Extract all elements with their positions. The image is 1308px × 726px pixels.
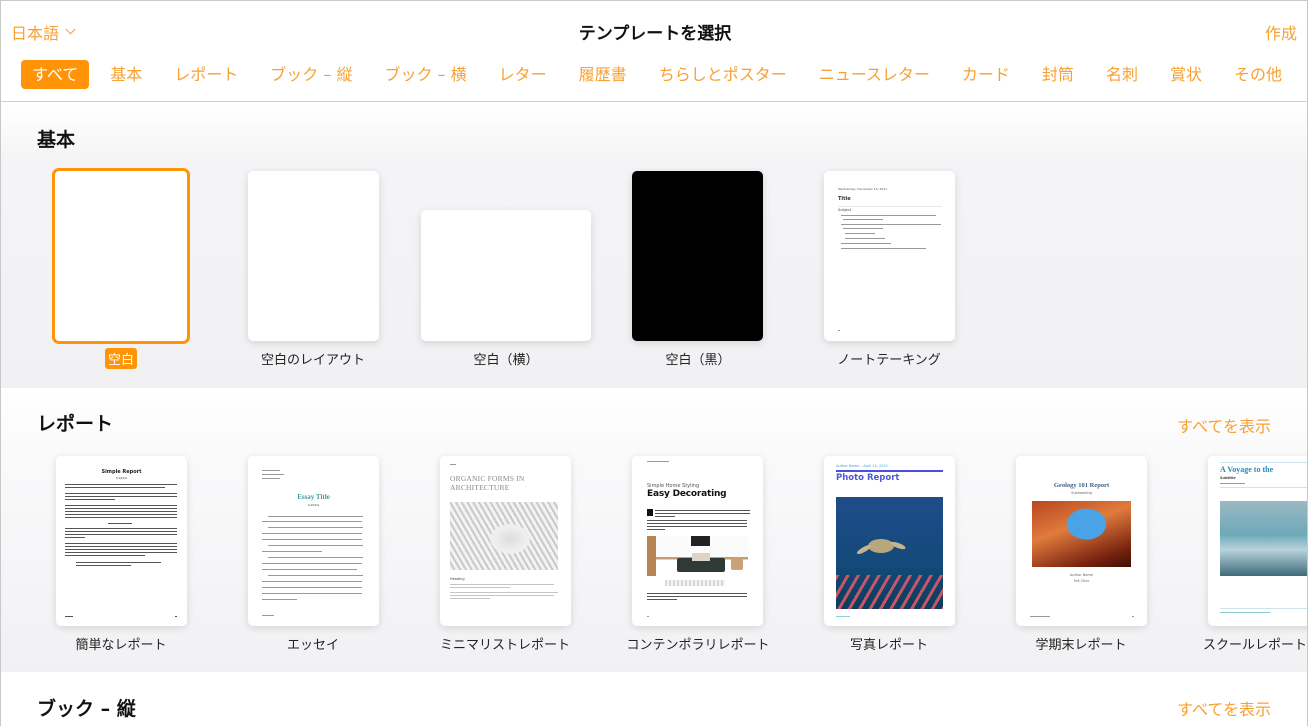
template-label: 空白（横）	[473, 349, 538, 368]
preview-subtitle: Subheading	[1016, 491, 1147, 495]
section-basic: 基本 空白 空白のレイアウト 空白（横） 空白（黒） Wednesday, De…	[1, 103, 1308, 388]
architecture-image	[450, 502, 558, 570]
tab-cards[interactable]: カード	[951, 60, 1021, 89]
preview-title: Photo Report	[836, 473, 899, 483]
preview-subtitle: Subtitle	[1220, 476, 1236, 480]
tab-books-portrait[interactable]: ブック – 縦	[259, 60, 363, 89]
preview-title: Geology 101 Report	[1016, 482, 1147, 489]
template-label: 写真レポート	[850, 634, 928, 653]
tab-resumes[interactable]: 履歴書	[568, 60, 638, 89]
show-all-books-button[interactable]: すべてを表示	[1177, 696, 1271, 720]
tab-books-landscape[interactable]: ブック – 横	[373, 60, 477, 89]
note-preview: Wednesday, December 15, 2021 Title Subje…	[824, 171, 955, 341]
section-books-portrait: ブック – 縦 すべてを表示	[1, 672, 1308, 726]
preview-title: Essay Title	[248, 493, 379, 501]
tab-all[interactable]: すべて	[21, 60, 89, 89]
template-blank-black[interactable]	[632, 171, 763, 341]
canyon-image	[1032, 501, 1131, 567]
tab-envelopes[interactable]: 封筒	[1031, 60, 1085, 89]
preview-term: Fall 20xx	[1016, 579, 1147, 583]
page-title: テンプレートを選択	[1, 19, 1308, 44]
preview-heading: Heading	[450, 577, 465, 581]
tab-business-cards[interactable]: 名刺	[1095, 60, 1149, 89]
template-label: 空白（黒）	[665, 349, 730, 368]
tab-other[interactable]: その他	[1223, 60, 1293, 89]
header: 日本語 テンプレートを選択 作成 すべて 基本 レポート ブック – 縦 ブック…	[1, 1, 1308, 102]
template-blank[interactable]	[52, 168, 190, 344]
tab-basic[interactable]: 基本	[99, 60, 153, 89]
preview-title: Easy Decorating	[647, 489, 726, 499]
tab-certificates[interactable]: 賞状	[1159, 60, 1213, 89]
template-blank-landscape[interactable]	[421, 210, 591, 341]
preview-subject: Subject	[838, 208, 851, 212]
section-title: レポート	[37, 409, 113, 436]
section-title: 基本	[37, 125, 75, 152]
tab-flyers-posters[interactable]: ちらしとポスター	[648, 60, 798, 89]
template-label: エッセイ	[287, 634, 339, 653]
template-blank-layout[interactable]	[248, 171, 379, 341]
preview-subtitle: Subtitle	[248, 503, 379, 507]
preview-author: Author Name	[1016, 573, 1147, 577]
template-label: ミニマリストレポート	[440, 634, 570, 653]
section-reports: レポート すべてを表示 Simple Report Subtitle	[1, 388, 1308, 672]
template-term-paper[interactable]: Geology 101 Report Subheading Author Nam…	[1016, 456, 1147, 626]
sea-turtle-image	[836, 497, 943, 609]
show-all-reports-button[interactable]: すべてを表示	[1177, 413, 1271, 437]
preview-subtitle: Subtitle	[56, 476, 187, 480]
preview-title: A Voyage to the	[1220, 465, 1273, 474]
create-button[interactable]: 作成	[1265, 20, 1297, 44]
tab-letters[interactable]: レター	[488, 60, 558, 89]
living-room-image	[647, 536, 748, 588]
tab-newsletters[interactable]: ニュースレター	[808, 60, 941, 89]
preview-byline: Author Name – April 14, 2022	[836, 464, 888, 468]
template-label: スクールレポート	[1203, 634, 1307, 653]
template-contemporary-report[interactable]: Simple Home Styling Easy Decorating	[632, 456, 763, 626]
category-tabs: すべて 基本 レポート ブック – 縦 ブック – 横 レター 履歴書 ちらしと…	[21, 60, 1303, 89]
preview-title: Simple Report	[56, 469, 187, 475]
template-chooser-window: 日本語 テンプレートを選択 作成 すべて 基本 レポート ブック – 縦 ブック…	[0, 0, 1308, 726]
section-title: ブック – 縦	[37, 694, 136, 721]
preview-title: ORGANIC FORMS IN ARCHITECTURE	[450, 474, 540, 492]
template-minimalist-report[interactable]: ORGANIC FORMS IN ARCHITECTURE Heading	[440, 456, 571, 626]
template-label: 学期末レポート	[1035, 634, 1126, 653]
template-label: 空白のレイアウト	[261, 349, 365, 368]
preview-date: Wednesday, December 15, 2021	[838, 187, 887, 191]
template-note-taking[interactable]: Wednesday, December 15, 2021 Title Subje…	[824, 171, 955, 341]
template-essay[interactable]: Essay Title Subtitle	[248, 456, 379, 626]
template-photo-report[interactable]: Author Name – April 14, 2022 Photo Repor…	[824, 456, 955, 626]
template-label: 簡単なレポート	[75, 634, 166, 653]
tab-reports[interactable]: レポート	[163, 60, 249, 89]
preview-title: Title	[838, 196, 851, 202]
template-simple-report[interactable]: Simple Report Subtitle	[56, 456, 187, 626]
template-school-report[interactable]: A Voyage to the Subtitle	[1208, 456, 1308, 626]
template-label: ノートテーキング	[837, 349, 941, 368]
template-label: 空白	[105, 348, 137, 369]
template-label: コンテンポラリレポート	[626, 634, 769, 653]
iceberg-image	[1220, 501, 1308, 576]
